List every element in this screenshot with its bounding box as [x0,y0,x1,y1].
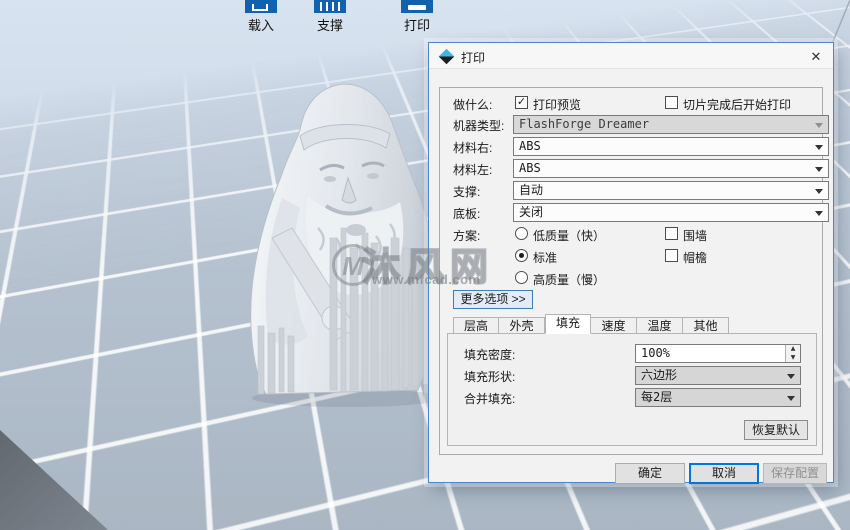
checkbox-print-preview[interactable]: ✓ [515,96,528,109]
spin-up-icon[interactable]: ▲ [786,345,800,354]
machine-type-select: FlashForge Dreamer [513,115,829,134]
restore-defaults-button[interactable]: 恢复默认 [744,420,808,440]
close-icon[interactable]: ✕ [805,47,827,66]
support-select[interactable]: 自动 [513,181,829,200]
print-dialog: 打印 ✕ 做什么: ✓ 打印预览 切片完成后开始打印 机器类型: FlashFo… [428,42,834,483]
spin-down-icon[interactable]: ▼ [786,354,800,363]
combine-infill-select[interactable]: 每2层 [635,388,801,407]
radio-standard-label[interactable]: 标准 [533,249,557,265]
checkbox-wall-label[interactable]: 围墙 [683,227,707,243]
chevron-down-icon [815,211,823,216]
infill-panel: 填充密度: 100% ▲ ▼ 填充形状: 六边形 合并填充: 每2层 恢复默认 [447,333,817,446]
support-icon [314,0,346,13]
spinner-arrows[interactable]: ▲ ▼ [785,345,800,362]
save-config-button: 保存配置 [763,463,827,484]
chevron-down-icon [815,123,823,128]
machine-type-label: 机器类型: [453,117,504,133]
fill-pattern-select[interactable]: 六边形 [635,366,801,385]
tab-infill[interactable]: 填充 [545,314,591,334]
material-left-label: 材料左: [453,161,492,177]
checkbox-print-after-slice-label[interactable]: 切片完成后开始打印 [683,96,791,112]
scheme-label: 方案: [453,227,480,243]
ok-button[interactable]: 确定 [615,463,685,484]
toolbar-label-load: 载入 [231,15,291,34]
chevron-down-icon [787,374,795,379]
tab-layer-height[interactable]: 层高 [453,317,499,334]
material-right-label: 材料右: [453,139,492,155]
fill-pattern-label: 填充形状: [464,368,515,384]
raft-label: 底板: [453,205,480,221]
checkbox-print-after-slice[interactable] [665,96,678,109]
model-figurine[interactable] [238,78,450,410]
combine-infill-label: 合并填充: [464,390,515,406]
load-icon [245,0,277,13]
chevron-down-icon [787,396,795,401]
chevron-down-icon [815,189,823,194]
tab-shell[interactable]: 外壳 [499,317,545,334]
app-diamond-icon [439,49,455,65]
app-window: 载入 支撑 打印 M www.mfcad.com 打印 ✕ 做什么: ✓ 打印预… [0,0,850,530]
checkbox-brim-label[interactable]: 帽檐 [683,249,707,265]
raft-select[interactable]: 关闭 [513,203,829,222]
radio-low-quality[interactable] [515,227,528,240]
checkbox-brim[interactable] [665,249,678,262]
checkbox-wall[interactable] [665,227,678,240]
tab-speed[interactable]: 速度 [591,317,637,334]
checkbox-print-preview-label[interactable]: 打印预览 [533,96,581,112]
material-left-select[interactable]: ABS [513,159,829,178]
more-options-button[interactable]: 更多选项 >> [453,290,533,309]
radio-high-quality-label[interactable]: 高质量（慢） [533,271,605,287]
chevron-down-icon [815,145,823,150]
cancel-button[interactable]: 取消 [689,463,759,484]
tab-others[interactable]: 其他 [683,317,729,334]
radio-low-quality-label[interactable]: 低质量（快） [533,227,605,243]
radio-standard[interactable] [515,249,528,262]
dialog-title: 打印 [461,49,485,66]
chevron-down-icon [815,167,823,172]
fill-density-spinner[interactable]: 100% ▲ ▼ [635,344,801,363]
print-icon [401,0,433,13]
fill-density-label: 填充密度: [464,346,515,362]
what-label: 做什么: [453,96,492,112]
support-label: 支撑: [453,183,480,199]
radio-high-quality[interactable] [515,271,528,284]
settings-tabbar: 层高 外壳 填充 速度 温度 其他 [453,314,729,334]
tab-temperature[interactable]: 温度 [637,317,683,334]
toolbar-label-support: 支撑 [300,15,360,34]
toolbar-label-print: 打印 [387,15,447,34]
material-right-select[interactable]: ABS [513,137,829,156]
dialog-titlebar[interactable]: 打印 ✕ [429,43,833,69]
